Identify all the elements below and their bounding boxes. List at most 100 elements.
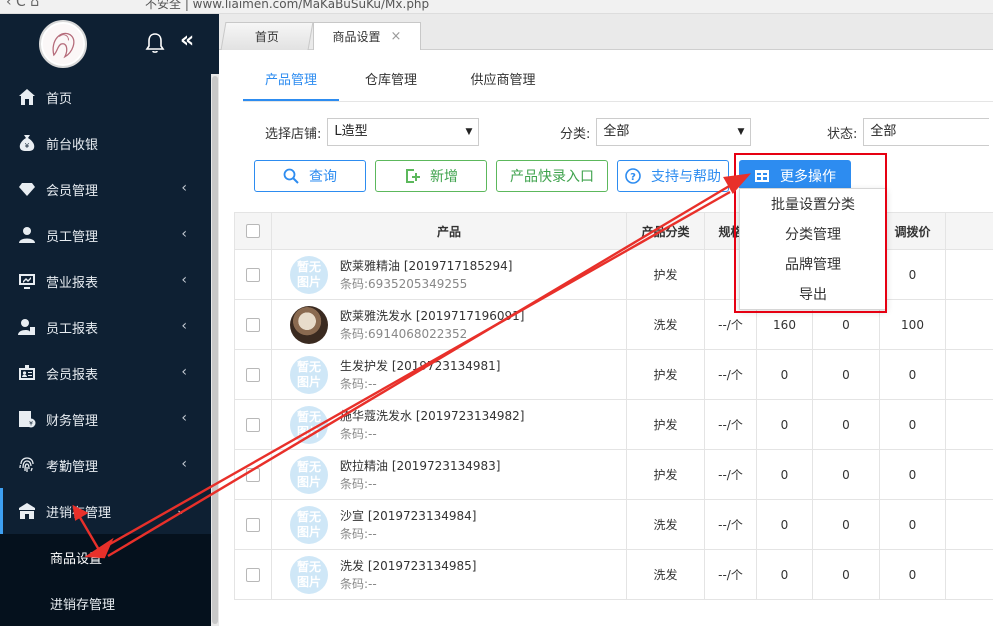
product-name: 欧莱雅精油 [2019717185294] [340, 258, 513, 273]
finance-icon: ¥ [16, 409, 38, 429]
sidebar-item-home[interactable]: 首页 [0, 74, 211, 120]
row-checkbox[interactable] [246, 267, 260, 282]
transfer-price-cell: 0 [879, 399, 946, 450]
page-tab-product-settings[interactable]: 商品设置 × [313, 22, 421, 50]
tab-warehouse-mgmt[interactable]: 仓库管理 [353, 66, 429, 101]
status-select[interactable]: 全部 [863, 118, 990, 146]
store-filter: 选择店铺: L造型 ▼ [265, 118, 480, 146]
transfer-price-cell: 0 [879, 449, 946, 500]
product-name: 沙宣 [2019723134984] [340, 508, 477, 523]
table-row[interactable]: 暂无 图片 生发护发 [2019723134981] 条码:-- 护发 --/个 0 0 0 [234, 349, 993, 400]
product-name: 施华蔻洗发水 [2019723134982] [340, 408, 525, 423]
product-cell: 暂无 图片 沙宣 [2019723134984] 条码:-- [271, 499, 627, 550]
row-checkbox[interactable] [246, 417, 260, 432]
category-cell: 护发 [626, 349, 705, 400]
sidebar-item-inventory[interactable]: 进销存管理 ⌄ [0, 488, 211, 534]
cost-price-cell: 0 [812, 399, 880, 450]
quick-entry-button[interactable]: 产品快录入口 [496, 160, 608, 192]
store-icon [16, 501, 38, 521]
sidebar-item-staff-mgmt[interactable]: 员工管理 ‹ [0, 212, 211, 258]
row-checkbox[interactable] [246, 367, 260, 382]
avatar[interactable] [39, 20, 87, 68]
add-button-label: 新增 [430, 169, 458, 185]
sidebar-item-member-report[interactable]: 会员报表 ‹ [0, 350, 211, 396]
extra-cell [945, 349, 993, 400]
product-cell: 暂无 图片 洗发 [2019723134985] 条码:-- [271, 549, 627, 600]
sidebar-item-label: 员工报表 [46, 321, 99, 337]
add-button[interactable]: 新增 [375, 160, 487, 192]
product-name: 生发护发 [2019723134981] [340, 358, 501, 373]
sidebar-subitem-product-settings[interactable]: 商品设置 [0, 534, 211, 580]
price-cell: 0 [756, 499, 813, 550]
chevron-left-icon: ‹ [181, 272, 187, 288]
sidebar-item-attendance[interactable]: 考勤管理 ‹ [0, 442, 211, 488]
category-cell: 护发 [626, 449, 705, 500]
store-select[interactable]: L造型 ▼ [327, 118, 480, 146]
row-checkbox[interactable] [246, 317, 260, 332]
product-thumbnail-placeholder: 暂无 图片 [290, 405, 328, 444]
table-row[interactable]: 暂无 图片 洗发 [2019723134985] 条码:-- 洗发 --/个 0 0 0 [234, 549, 993, 600]
sidebar-menu: 首页 ¥ 前台收银 会员管理 ‹ 员工管理 ‹ 营业报表 ‹ 员工报表 ‹ 会员… [0, 74, 211, 626]
category-select[interactable]: 全部 ▼ [596, 118, 752, 146]
page-tab-home[interactable]: 首页 [220, 22, 314, 50]
product-barcode: 条码:6914068022352 [340, 326, 468, 341]
product-name: 洗发 [2019723134985] [340, 558, 477, 573]
table-row[interactable]: 暂无 图片 施华蔻洗发水 [2019723134982] 条码:-- 护发 --/个 0 0 0 [234, 399, 993, 450]
browser-nav-icons[interactable]: ‹ C ⌂ [6, 0, 39, 10]
transfer-price-cell: 0 [879, 549, 946, 600]
help-button[interactable]: ? 支持与帮助 [617, 160, 729, 192]
id-card-icon [16, 363, 38, 383]
table-row[interactable]: 暂无 图片 欧拉精油 [2019723134983] 条码:-- 护发 --/个 0 0 0 [234, 449, 993, 500]
sidebar-item-staff-report[interactable]: 员工报表 ‹ [0, 304, 211, 350]
sidebar-item-finance[interactable]: ¥ 财务管理 ‹ [0, 396, 211, 442]
tab-supplier-mgmt[interactable]: 供应商管理 [455, 66, 551, 101]
spec-cell: --/个 [704, 349, 757, 400]
close-icon[interactable]: × [391, 29, 402, 44]
bell-icon[interactable] [145, 32, 165, 54]
svg-text:¥: ¥ [25, 142, 30, 150]
sidebar-scrollbar-thumb[interactable] [212, 76, 218, 624]
column-header-transfer-price: 调拨价 [879, 212, 946, 250]
tab-product-mgmt[interactable]: 产品管理 [243, 66, 339, 101]
product-thumbnail-placeholder: 暂无 图片 [290, 555, 328, 594]
browser-url[interactable]: 不安全 | www.liaimen.com/MaKaBuSuKu/Mx.php [145, 0, 429, 12]
monitor-icon [16, 271, 38, 291]
chevron-left-icon: ‹ [181, 180, 187, 196]
chevron-left-icon: ‹ [181, 456, 187, 472]
row-checkbox[interactable] [246, 467, 260, 482]
product-name: 欧拉精油 [2019723134983] [340, 458, 501, 473]
sidebar-item-member-mgmt[interactable]: 会员管理 ‹ [0, 166, 211, 212]
sidebar-item-label: 会员报表 [46, 367, 99, 383]
extra-cell [945, 449, 993, 500]
cost-price-cell: 0 [812, 449, 880, 500]
diamond-icon [16, 179, 38, 199]
row-select-cell [234, 249, 272, 300]
sidebar-subitem-inventory-mgmt[interactable]: 进销存管理 [0, 580, 211, 626]
row-checkbox[interactable] [246, 567, 260, 582]
row-checkbox[interactable] [246, 517, 260, 532]
category-filter-label: 分类: [560, 126, 591, 142]
help-button-label: 支持与帮助 [651, 169, 721, 185]
store-filter-label: 选择店铺: [265, 126, 322, 142]
status-filter-label: 状态: [827, 126, 858, 142]
sidebar-item-cashier[interactable]: ¥ 前台收银 [0, 120, 211, 166]
query-button[interactable]: 查询 [254, 160, 366, 192]
product-thumbnail-placeholder: 暂无 图片 [290, 355, 328, 394]
extra-cell [945, 299, 993, 350]
transfer-price-cell: 0 [879, 349, 946, 400]
cost-price-cell: 0 [812, 499, 880, 550]
menu-item-export[interactable]: 导出 [740, 280, 886, 310]
table-row[interactable]: 暂无 图片 沙宣 [2019723134984] 条码:-- 洗发 --/个 0 0 0 [234, 499, 993, 550]
transfer-price-cell: 100 [879, 299, 946, 350]
collapse-sidebar-icon[interactable]: « [180, 28, 194, 53]
sidebar-item-label: 前台收银 [46, 137, 99, 153]
sidebar-item-label: 营业报表 [46, 275, 99, 291]
menu-item-batch-category[interactable]: 批量设置分类 [740, 190, 886, 220]
select-all-checkbox[interactable] [246, 224, 260, 239]
query-button-label: 查询 [309, 169, 337, 185]
menu-item-brand-mgmt[interactable]: 品牌管理 [740, 250, 886, 280]
sidebar-item-label: 员工管理 [46, 229, 99, 245]
sidebar-item-business-report[interactable]: 营业报表 ‹ [0, 258, 211, 304]
menu-item-category-mgmt[interactable]: 分类管理 [740, 220, 886, 250]
table-icon [755, 170, 769, 182]
